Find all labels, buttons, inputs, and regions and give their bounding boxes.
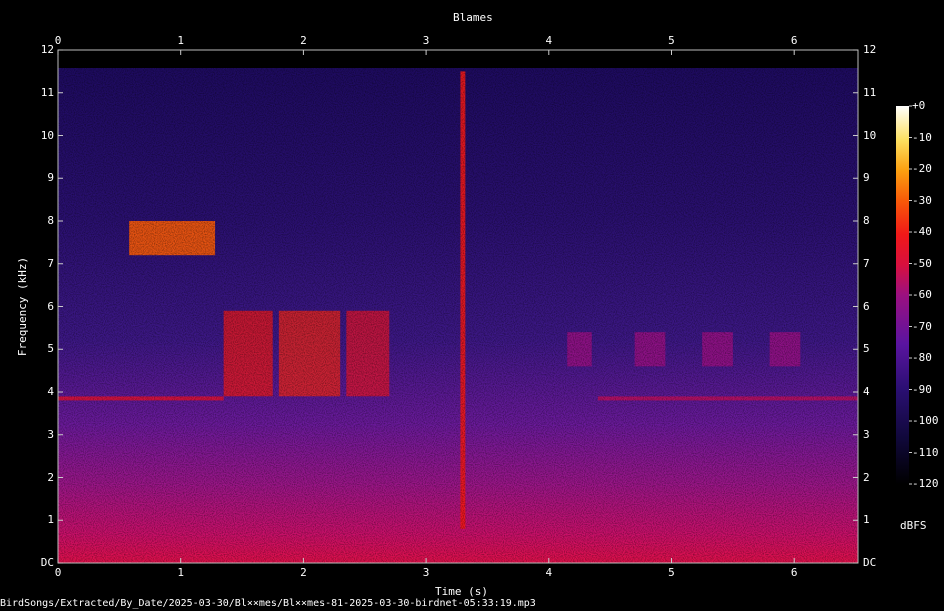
colorbar	[896, 106, 909, 484]
x-tick-label-top: 1	[177, 34, 184, 47]
colorbar-tick-label: -10	[912, 130, 932, 144]
y-tick-label-left: 4	[47, 385, 54, 398]
chart-title: Blames	[453, 11, 493, 24]
colorbar-tick-label: -20	[912, 162, 932, 175]
x-axis-label: Time (s)	[435, 585, 488, 598]
y-tick-label-left: DC	[40, 556, 54, 569]
x-tick-label-top: 4	[545, 34, 553, 47]
x-tick-label-bottom: 1	[177, 566, 184, 579]
y-tick-label-left: 1	[47, 513, 54, 527]
plot-area	[58, 50, 858, 563]
y-tick-label-right: DC	[863, 556, 877, 569]
y-axis-label: Frequency (kHz)	[16, 256, 30, 357]
colorbar-tick-label: -40	[912, 225, 932, 238]
spectrogram-figure	[57, 49, 912, 564]
x-tick-label-bottom: 5	[668, 566, 675, 579]
x-tick-label-top: 0	[54, 34, 62, 47]
x-tick-label-bottom: 2	[300, 566, 307, 579]
colorbar-tick-label: -60	[912, 288, 932, 301]
y-tick-label-left: 7	[47, 256, 54, 270]
colorbar-tick-label: -120	[912, 477, 939, 490]
y-tick-label-left: 12	[40, 43, 54, 56]
y-tick-label-left: 5	[47, 342, 54, 356]
y-tick-label-left: 2	[47, 470, 54, 484]
x-tick-label-top: 3	[422, 34, 430, 47]
y-tick-label-right: 8	[863, 214, 870, 227]
colorbar-tick-label: -30	[912, 193, 932, 207]
y-tick-label-right: 7	[863, 256, 870, 270]
y-tick-label-right: 12	[863, 43, 877, 56]
x-tick-label-top: 6	[790, 34, 798, 47]
y-tick-label-right: 5	[863, 342, 870, 356]
y-tick-label-right: 9	[863, 171, 870, 185]
x-tick-label-bottom: 6	[790, 566, 798, 579]
y-tick-label-left: 9	[47, 171, 54, 185]
y-tick-label-left: 6	[47, 299, 54, 313]
colorbar-tick-label: -110	[912, 445, 939, 459]
colorbar-tick-label: -70	[912, 319, 932, 333]
x-tick-label-top: 2	[300, 34, 307, 47]
colorbar-tick-label: -90	[912, 382, 932, 396]
y-tick-label-left: 11	[40, 85, 54, 99]
colorbar-tick-label: -80	[912, 351, 932, 364]
x-tick-label-bottom: 3	[422, 566, 430, 579]
y-tick-label-right: 6	[863, 299, 870, 313]
y-tick-label-right: 11	[863, 85, 877, 99]
x-tick-label-bottom: 0	[54, 566, 62, 579]
y-tick-label-left: 10	[40, 128, 54, 142]
file-path: BirdSongs/Extracted/By_Date/2025-03-30/B…	[0, 598, 536, 609]
x-tick-label-bottom: 4	[545, 566, 553, 579]
y-tick-label-left: 3	[47, 427, 54, 441]
y-tick-label-right: 4	[863, 385, 870, 398]
y-tick-label-right: 10	[863, 128, 877, 142]
x-tick-label-top: 5	[668, 34, 675, 47]
y-tick-label-right: 3	[863, 427, 870, 441]
colorbar-tick-label: +0	[912, 99, 926, 112]
colorbar-label: dBFS	[900, 519, 927, 532]
y-tick-label-right: 2	[863, 470, 870, 484]
colorbar-tick-label: -50	[912, 256, 932, 270]
colorbar-tick-label: -100	[912, 414, 939, 427]
y-tick-label-right: 1	[863, 513, 870, 527]
y-tick-label-left: 8	[47, 214, 54, 227]
noise-texture	[58, 68, 858, 563]
